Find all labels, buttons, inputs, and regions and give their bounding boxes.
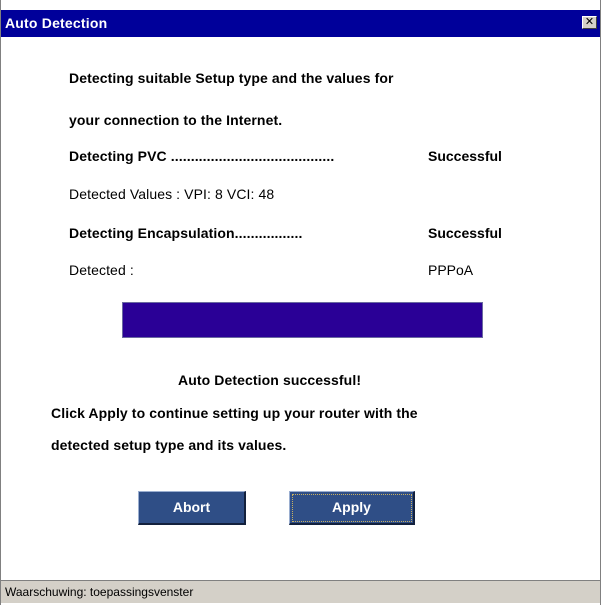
instruction-line-1: Click Apply to continue setting up your … — [51, 405, 418, 421]
pvc-status: Successful — [428, 148, 502, 164]
status-bar-text: Waarschuwing: toepassingsvenster — [5, 585, 194, 599]
progress-fill — [123, 303, 482, 337]
apply-button[interactable]: Apply — [289, 491, 415, 525]
close-icon[interactable]: ✕ — [582, 16, 597, 29]
abort-button[interactable]: Abort — [138, 491, 246, 525]
detecting-pvc-label: Detecting PVC ..........................… — [69, 148, 335, 164]
result-message: Auto Detection successful! — [178, 372, 362, 388]
auto-detection-window: Auto Detection ✕ Detecting suitable Setu… — [0, 0, 601, 605]
instruction-line-2: detected setup type and its values. — [51, 437, 287, 453]
progress-bar — [122, 302, 483, 338]
detecting-encapsulation-label: Detecting Encapsulation................. — [69, 225, 303, 241]
detected-label: Detected : — [69, 262, 134, 278]
encapsulation-status: Successful — [428, 225, 502, 241]
title-bar[interactable]: Auto Detection ✕ — [1, 10, 600, 37]
intro-line-1: Detecting suitable Setup type and the va… — [69, 70, 394, 86]
detected-values: Detected Values : VPI: 8 VCI: 48 — [69, 186, 275, 202]
window-title: Auto Detection — [5, 15, 108, 31]
status-bar: Waarschuwing: toepassingsvenster — [1, 580, 600, 603]
detected-value: PPPoA — [428, 262, 474, 278]
intro-line-2: your connection to the Internet. — [69, 112, 283, 128]
